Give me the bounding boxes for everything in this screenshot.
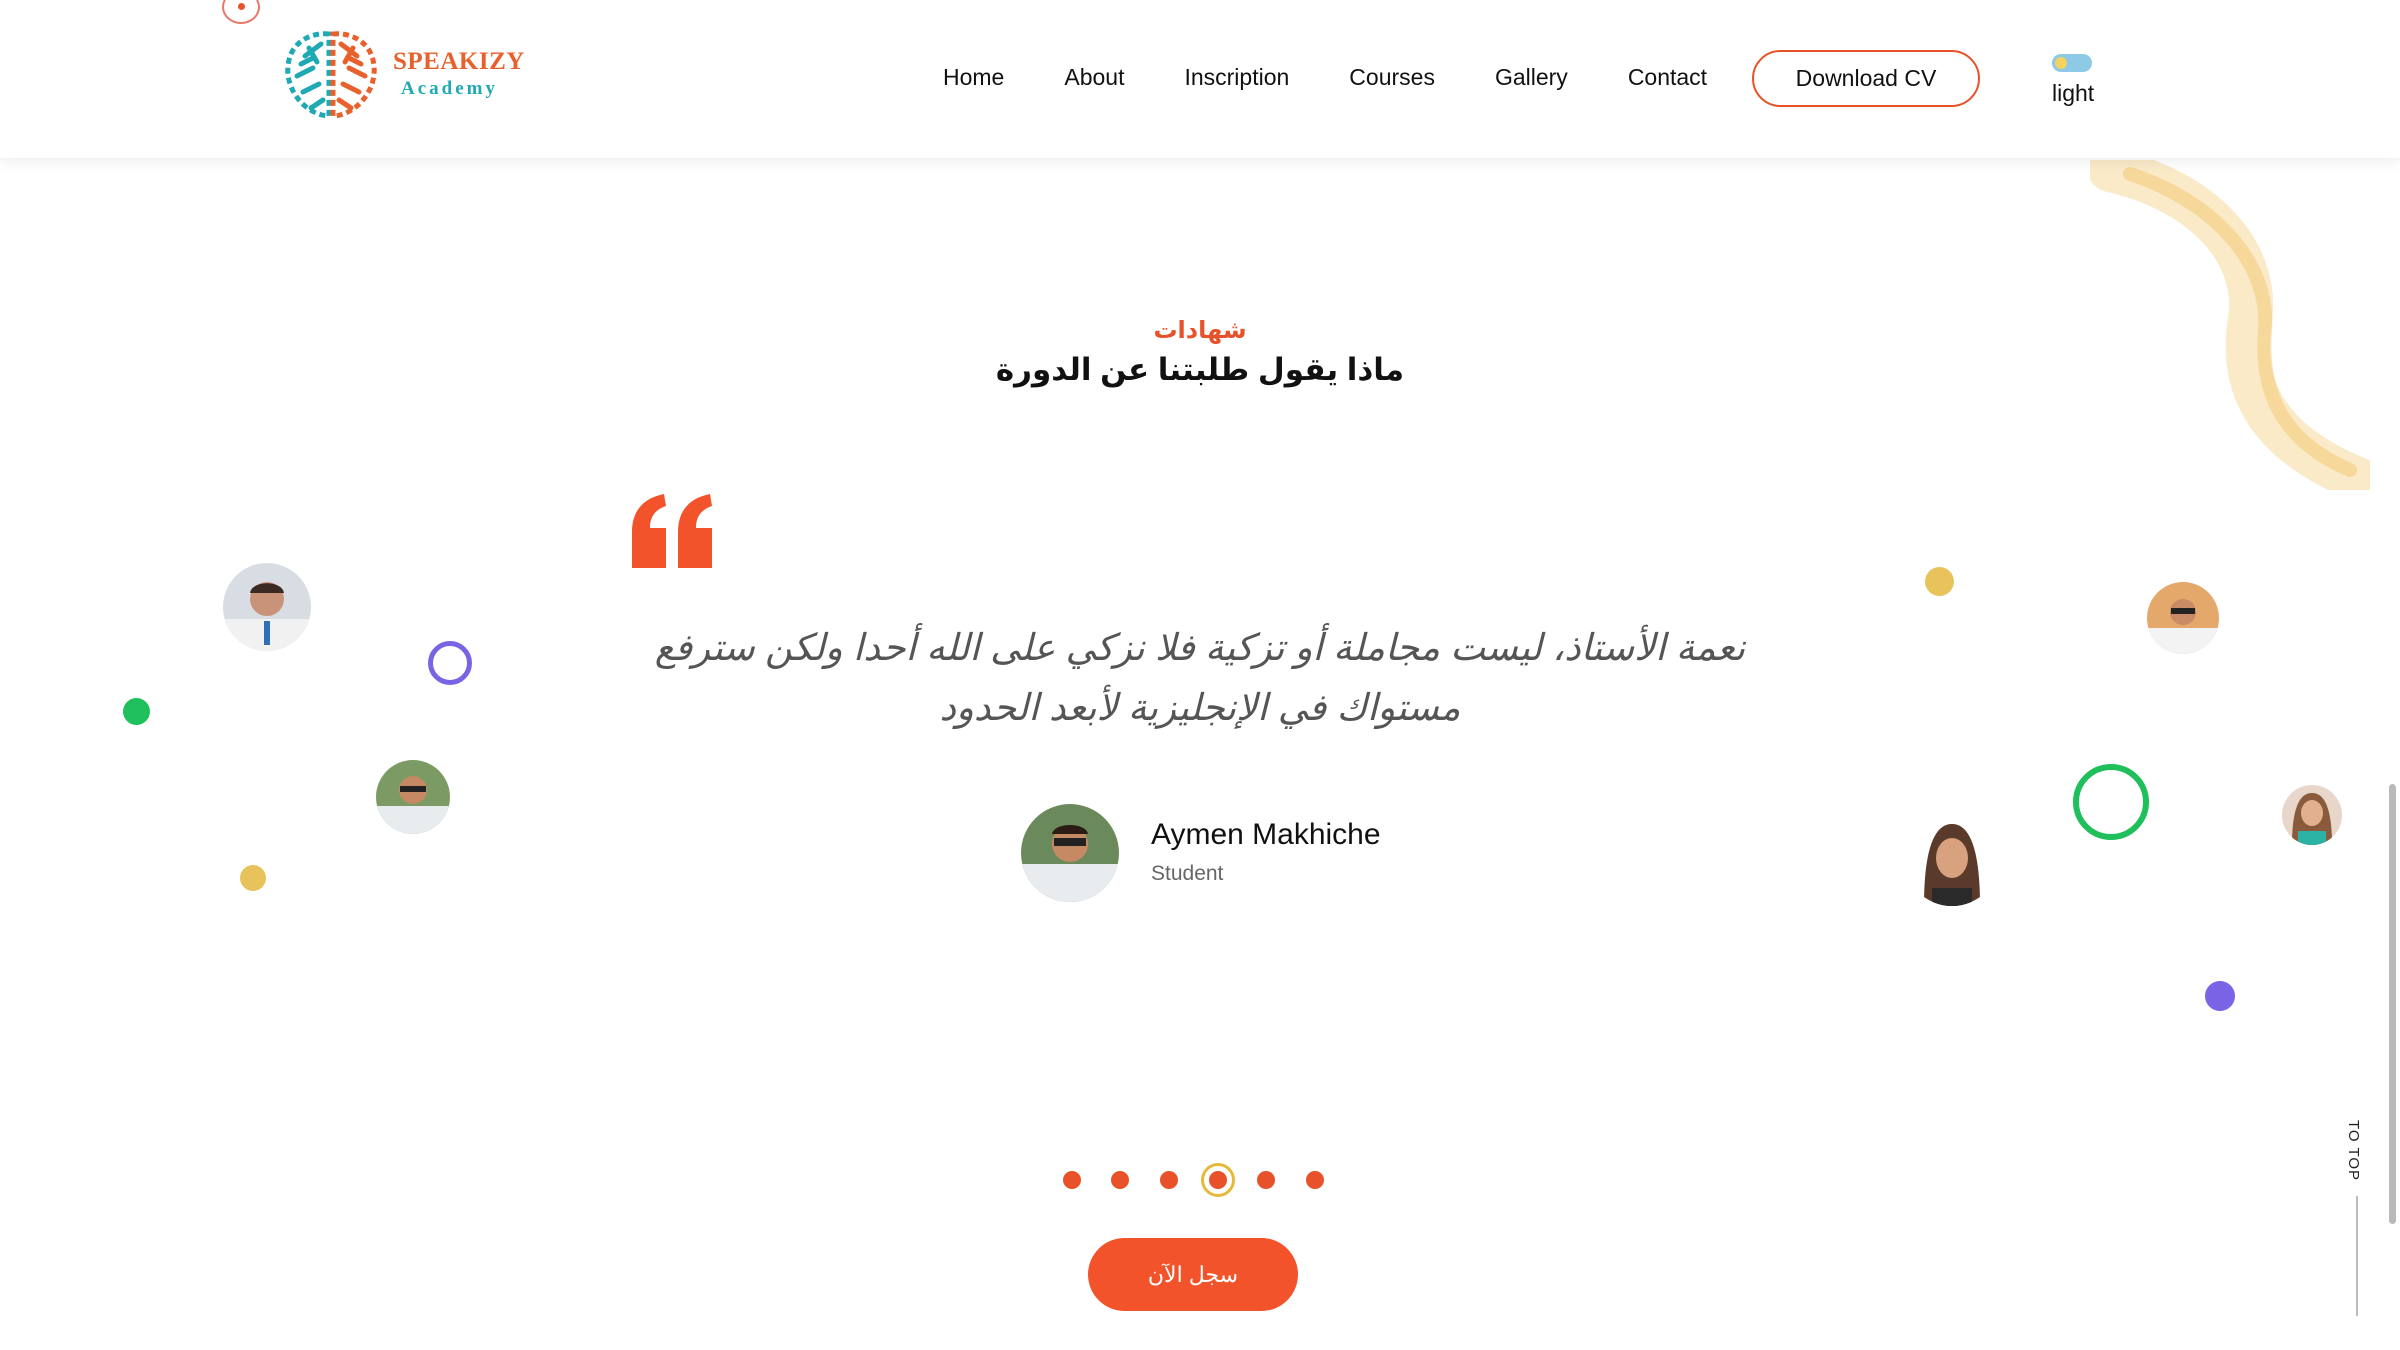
- to-top-line: [2356, 1196, 2358, 1316]
- carousel-dot[interactable]: [1306, 1171, 1324, 1189]
- nav-item-gallery[interactable]: Gallery: [1495, 64, 1568, 94]
- nav-item-courses[interactable]: Courses: [1349, 64, 1435, 94]
- floating-avatar[interactable]: [223, 563, 311, 651]
- nav-item-inscription[interactable]: Inscription: [1184, 64, 1289, 94]
- brand-subtitle: Academy: [401, 78, 498, 99]
- to-top-link[interactable]: TO TOP: [2345, 1120, 2362, 1181]
- register-now-button[interactable]: سجل الآن: [1088, 1238, 1298, 1311]
- floating-avatar[interactable]: [2147, 582, 2219, 654]
- download-cv-button[interactable]: Download CV: [1752, 50, 1980, 107]
- decorative-dot: [1925, 567, 1954, 596]
- carousel-dot-active[interactable]: [1201, 1163, 1235, 1197]
- brand-logo[interactable]: SPEAKIZY Academy: [283, 28, 533, 120]
- main-nav: Home About Inscription Courses Gallery C…: [943, 64, 1767, 94]
- decorative-ring: [428, 641, 472, 685]
- carousel-dot[interactable]: [1257, 1171, 1275, 1189]
- nav-item-contact[interactable]: Contact: [1628, 64, 1707, 94]
- decorative-dot: [240, 865, 266, 891]
- theme-label: light: [2052, 80, 2095, 106]
- floating-avatar[interactable]: [376, 760, 450, 834]
- brand-name: SPEAKIZY: [393, 48, 525, 75]
- author-avatar: [1021, 804, 1119, 902]
- decorative-dot: [123, 698, 150, 725]
- quote-icon: [632, 494, 712, 568]
- decorative-ring: [2073, 764, 2149, 840]
- floating-avatar[interactable]: [2282, 785, 2342, 845]
- nav-item-home[interactable]: Home: [943, 64, 1004, 94]
- decorative-dot: [2205, 981, 2235, 1011]
- theme-toggle[interactable]: [2052, 54, 2092, 72]
- section-title: ماذا يقول طلبتنا عن الدورة: [995, 352, 1405, 387]
- section-tag: شهادات: [1153, 317, 1247, 344]
- brain-logo-icon: [285, 31, 377, 119]
- floating-avatar[interactable]: [1904, 810, 2000, 906]
- decorative-brush-stroke: [2090, 160, 2370, 490]
- author-name: Aymen Makhiche: [1151, 818, 1381, 851]
- scrollbar[interactable]: [2389, 784, 2396, 1224]
- nav-item-about[interactable]: About: [1064, 64, 1124, 94]
- carousel-dot[interactable]: [1160, 1171, 1178, 1189]
- decorative-orbit-dot: [222, 0, 260, 24]
- author-role: Student: [1151, 862, 1224, 885]
- testimonial-quote: نعمة الأستاذ، ليست مجاملة أو تزكية فلا ن…: [654, 627, 1746, 728]
- carousel-dot[interactable]: [1111, 1171, 1129, 1189]
- site-header: SPEAKIZY Academy Home About Inscription …: [0, 0, 2400, 158]
- toggle-knob: [2055, 57, 2067, 69]
- carousel-dot[interactable]: [1063, 1171, 1081, 1189]
